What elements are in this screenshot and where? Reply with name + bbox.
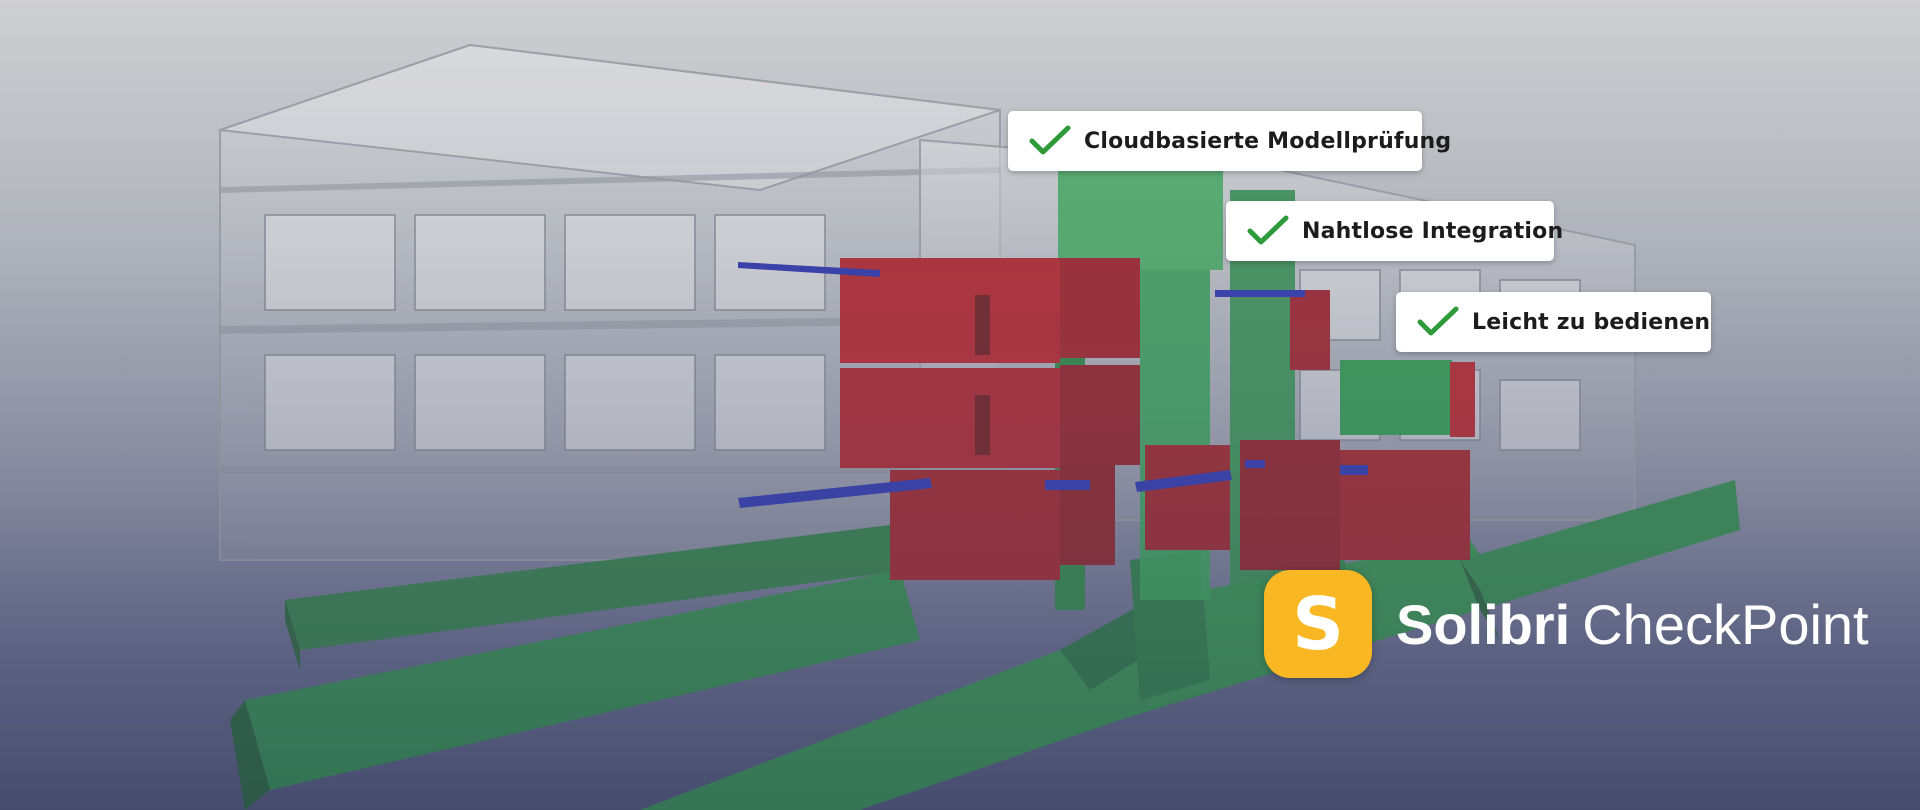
feature-badge-integration: Nahtlose Integration [1226,201,1563,261]
logo-mark: S [1264,570,1372,678]
feature-label: Leicht zu bedienen [1472,309,1711,335]
checkmark-icon [1417,306,1459,336]
feature-badge-easy-use: Leicht zu bedienen [1396,292,1711,352]
logo-product: CheckPoint [1582,592,1869,656]
feature-badge-cloud-check: Cloudbasierte Modellprüfung [1008,111,1451,171]
logo-brand: Solibri [1396,592,1571,656]
checkmark-icon [1029,125,1071,155]
checkmark-icon [1247,215,1289,245]
logo-wordmark: Solibri CheckPoint [1396,592,1869,657]
solibri-checkpoint-logo: S Solibri CheckPoint [1264,570,1869,678]
logo-letter: S [1292,582,1344,666]
feature-label: Cloudbasierte Modellprüfung [1084,128,1452,154]
feature-label: Nahtlose Integration [1302,218,1564,244]
bim-model-illustration [0,0,1920,810]
